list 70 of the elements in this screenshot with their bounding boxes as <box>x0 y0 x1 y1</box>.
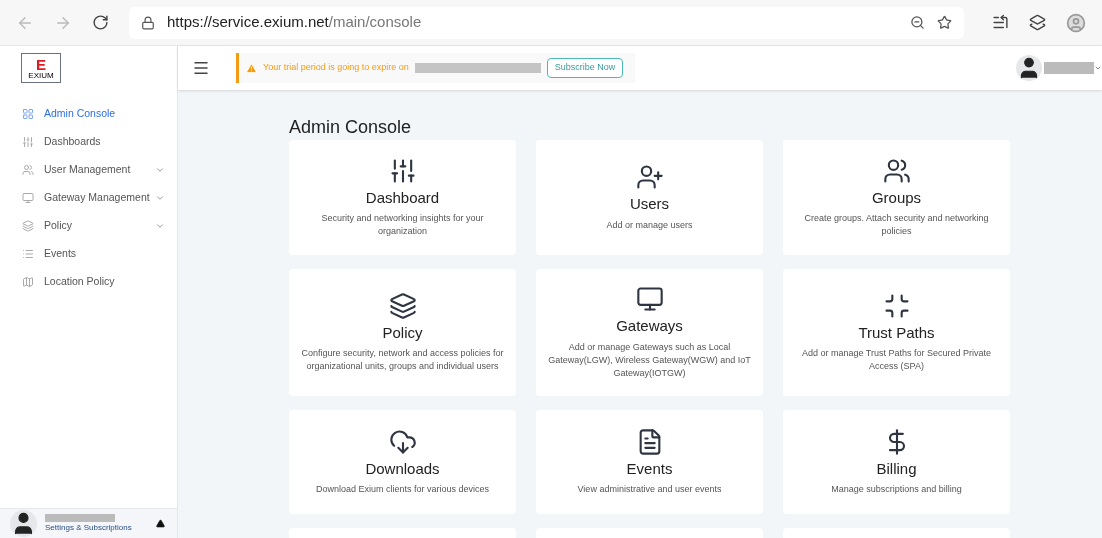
console-card[interactable]: Groups Create groups. Attach security and networking policies <box>783 140 1010 255</box>
monitor-icon <box>22 192 34 204</box>
card-title: Groups <box>871 187 922 208</box>
card-title: Gateways <box>616 316 683 337</box>
card-description: Create groups. Attach security and networking policies <box>803 212 990 239</box>
chevron-icon <box>155 193 165 203</box>
card-title: Dashboard <box>365 187 440 208</box>
layers-icon <box>22 220 34 232</box>
profile-icon[interactable] <box>1066 12 1086 33</box>
subscribe-button[interactable]: Subscribe Now <box>546 58 624 78</box>
map-icon <box>22 276 34 288</box>
star-icon[interactable] <box>937 15 952 30</box>
sidebar-item[interactable]: Gateway Management <box>0 184 177 212</box>
page-title: Admin Console <box>289 116 413 138</box>
sliders-icon <box>22 136 34 148</box>
logo: E EXIUM <box>21 53 61 83</box>
console-card[interactable]: Trust Paths Add or manage Trust Paths for Secured Private Access (SPA) <box>783 269 1010 396</box>
card-description: Download Exium clients for various devices <box>315 483 490 497</box>
favorites-icon[interactable] <box>992 14 1009 31</box>
sidebar-item[interactable]: Dashboards <box>0 128 177 156</box>
sidebar-item[interactable]: Events <box>0 240 177 268</box>
sidebar-item[interactable]: Location Policy <box>0 268 177 296</box>
users-icon <box>22 164 34 176</box>
address-bar[interactable]: https://service.exium.net/main/console <box>129 6 964 39</box>
card-title: Trust Paths <box>858 322 935 343</box>
menu-icon[interactable] <box>192 59 210 77</box>
console-card[interactable]: Billing Manage subscriptions and billing <box>783 410 1010 514</box>
sidebar-item[interactable]: User Management <box>0 156 177 184</box>
console-card[interactable]: Dashboard Security and networking insights for your organization <box>289 140 516 255</box>
console-card[interactable]: Policy Configure security, network and access policies for organizational units, groups and individual users <box>289 269 516 396</box>
card-description: Manage subscriptions and billing <box>831 483 962 497</box>
card-title: Downloads <box>365 458 440 479</box>
cloud-download-icon <box>388 427 417 456</box>
monitor-icon <box>635 285 664 314</box>
card-title: Policy <box>382 322 423 343</box>
collections-icon[interactable] <box>1029 14 1046 31</box>
grid-icon <box>22 108 34 120</box>
caret-up-icon[interactable] <box>156 519 165 528</box>
users-icon <box>882 156 911 185</box>
card-title: Events <box>626 458 673 479</box>
url-text: https://service.exium.net/main/console <box>167 12 423 33</box>
lock-icon <box>141 15 155 30</box>
console-card[interactable]: Gateways Add or manage Gateways such as Local Gateway(LGW), Wireless Gateway(WGW) and IoT Gateway(IOTGW) <box>536 269 763 396</box>
redacted-bar <box>1044 62 1094 74</box>
card-description: Add or manage Gateways such as Local Gateway(LGW), Wireless Gateway(WGW) and IoT Gateway(IOTGW) <box>548 340 751 380</box>
redacted-bar <box>45 513 115 522</box>
console-card[interactable]: Downloads Download Exium clients for various devices <box>289 410 516 514</box>
settings-link[interactable]: Settings & Subscriptions <box>45 521 148 534</box>
warning-icon <box>246 62 257 74</box>
card-description: Security and networking insights for your organization <box>320 212 485 239</box>
chevron-icon[interactable] <box>1094 64 1102 72</box>
chevron-icon <box>155 165 165 175</box>
card-description: Configure security, network and access policies for organizational units, groups and individual users <box>301 347 504 374</box>
card-description: Add or manage users <box>606 218 693 232</box>
console-card[interactable]: Events View administrative and user events <box>536 410 763 514</box>
corners-icon <box>882 291 911 320</box>
zoom-out-icon[interactable] <box>910 15 925 30</box>
card-description: Add or manage Trust Paths for Secured Private Access (SPA) <box>800 347 993 374</box>
sidebar-item[interactable]: Policy <box>0 212 177 240</box>
list-icon <box>22 248 34 260</box>
reload-icon[interactable] <box>92 14 109 31</box>
card-description: View administrative and user events <box>577 483 722 497</box>
avatar-icon <box>1016 55 1042 81</box>
console-card[interactable]: Users Add or manage users <box>536 140 763 255</box>
layers-icon <box>388 291 417 320</box>
trial-message: Your trial period is going to expire on <box>263 61 409 75</box>
card-title: Users <box>629 194 670 215</box>
sidebar-item[interactable]: Admin Console <box>0 100 177 128</box>
chevron-icon <box>155 221 165 231</box>
card-title: Billing <box>876 458 917 479</box>
